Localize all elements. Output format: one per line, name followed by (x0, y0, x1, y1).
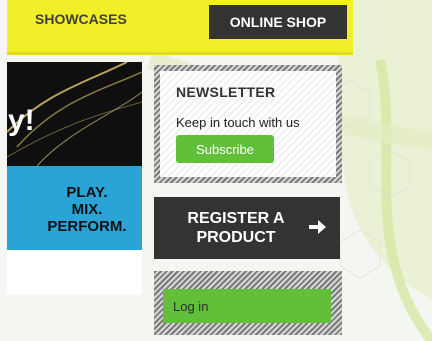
newsletter-title: NEWSLETTER (176, 84, 276, 100)
register-label: REGISTER A PRODUCT (168, 209, 304, 247)
tagline-perform: PERFORM. (47, 218, 127, 235)
login-box: Log in (154, 271, 342, 335)
hero-headline-fragment: y! (8, 104, 35, 137)
hero-tagline: PLAY. MIX. PERFORM. (37, 184, 137, 235)
hero-swirl-graphic: y! (7, 62, 142, 166)
tagline-mix: MIX. (71, 201, 103, 218)
subscribe-button[interactable]: Subscribe (176, 135, 274, 163)
nav-showcases-link[interactable]: SHOWCASES (35, 11, 127, 27)
hero-bottom-panel (7, 250, 142, 295)
newsletter-inner: NEWSLETTER Keep in touch with us Subscri… (160, 71, 336, 177)
tagline-play: PLAY. (66, 184, 108, 201)
newsletter-text: Keep in touch with us (176, 115, 300, 130)
register-label-line-2: PRODUCT (196, 229, 276, 246)
newsletter-box: NEWSLETTER Keep in touch with us Subscri… (154, 65, 342, 183)
top-navigation-bar: SHOWCASES ONLINE SHOP (7, 0, 353, 55)
register-product-button[interactable]: REGISTER A PRODUCT (154, 197, 340, 259)
login-button[interactable]: Log in (163, 289, 331, 323)
register-label-line-1: REGISTER A (187, 210, 285, 227)
nav-online-shop-button[interactable]: ONLINE SHOP (209, 5, 347, 39)
arrow-right-icon (309, 220, 326, 234)
hero-image[interactable]: y! (7, 62, 142, 166)
